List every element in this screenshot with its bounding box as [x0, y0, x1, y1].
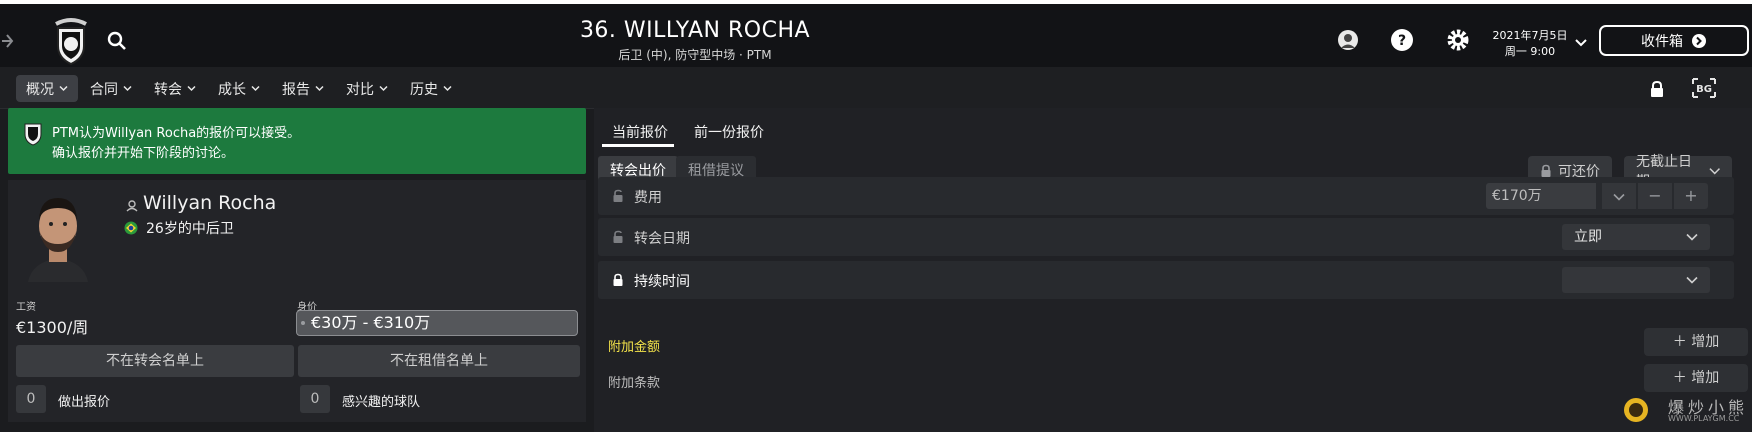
game-date[interactable]: 2021年7月5日 周一 9:00	[1490, 28, 1570, 60]
add-label: 增加	[1691, 370, 1720, 386]
menu-bar: 概况 合同 转会 成长 报告 对比 历史	[0, 67, 1752, 109]
plus-icon: ＋	[1672, 334, 1692, 350]
wage-value: €1300/周	[16, 318, 89, 337]
lock-icon[interactable]	[612, 273, 624, 287]
staff-avatar-icon[interactable]	[1336, 28, 1360, 52]
inbox-button[interactable]: 收件箱	[1599, 25, 1749, 56]
wage-label: 工资	[16, 302, 36, 313]
chevron-down-icon	[443, 85, 452, 92]
notice-line-2: 确认报价并开始下阶段的讨论。	[52, 146, 235, 161]
chevron-down-icon	[379, 85, 388, 92]
menu-label: 成长	[218, 81, 246, 98]
brazil-flag-icon	[124, 220, 138, 235]
chevron-down-icon	[123, 85, 132, 92]
offer-acceptable-notice: PTM认为Willyan Rocha的报价可以接受。 确认报价并开始下阶段的讨论…	[8, 108, 586, 174]
menu-history[interactable]: 历史	[400, 75, 462, 102]
fee-increase-button[interactable]: +	[1674, 183, 1708, 209]
menu-label: 对比	[346, 81, 374, 98]
background-toggle-icon[interactable]: BG	[1690, 76, 1718, 100]
menu-label: 历史	[410, 81, 438, 98]
add-label: 增加	[1691, 334, 1720, 350]
notice-line-1: PTM认为Willyan Rocha的报价可以接受。	[52, 126, 301, 141]
lock-icon[interactable]	[1648, 80, 1666, 98]
value-marker	[301, 321, 305, 325]
transfer-list-status[interactable]: 不在转会名单上	[16, 345, 294, 377]
fee-label: 费用	[634, 190, 662, 206]
add-fee-button[interactable]: ＋ 增加	[1644, 328, 1748, 356]
settings-gear-icon[interactable]	[1446, 28, 1470, 52]
lock-icon	[1541, 164, 1551, 177]
chevron-down-icon[interactable]	[1574, 34, 1588, 47]
svg-text:BG: BG	[1696, 84, 1712, 95]
fee-options-button[interactable]	[1602, 183, 1636, 209]
chevron-down-icon	[1708, 168, 1720, 175]
transfer-date-label: 转会日期	[634, 231, 690, 247]
club-crest-icon	[22, 120, 44, 146]
offers-count: 0	[16, 385, 46, 413]
transfer-date-value: 立即	[1574, 229, 1602, 245]
page-title: 36. WILLYAN ROCHA	[579, 18, 811, 43]
help-icon[interactable]: ?	[1390, 28, 1414, 52]
fee-input[interactable]: €170万	[1486, 183, 1596, 209]
duration-label: 持续时间	[634, 274, 690, 290]
player-age-position: 26岁的中后卫	[146, 221, 234, 237]
tab-current-offer[interactable]: 当前报价	[612, 122, 668, 142]
menu-development[interactable]: 成长	[208, 75, 270, 102]
fee-row: 费用 €170万 − +	[598, 177, 1734, 215]
interested-label[interactable]: 感兴趣的球队	[342, 391, 420, 410]
watermark-url: WWW.PLAYGM.CC	[1668, 414, 1740, 423]
menu-compare[interactable]: 对比	[336, 75, 398, 102]
offer-panel: 当前报价 前一份报价 转会出价 租借提议 可还价 无截止日期 费用 €170万 …	[594, 108, 1752, 432]
addon-fee-label: 附加金额	[608, 340, 661, 355]
fee-decrease-button[interactable]: −	[1638, 183, 1672, 209]
unlock-icon[interactable]	[612, 230, 624, 244]
arrow-right-circle-icon	[1692, 33, 1706, 48]
offers-label[interactable]: 做出报价	[58, 391, 110, 410]
duration-dropdown[interactable]	[1562, 267, 1710, 293]
menu-label: 合同	[90, 81, 118, 98]
chevron-down-icon	[1686, 233, 1698, 241]
loan-list-status[interactable]: 不在租借名单上	[298, 345, 580, 377]
person-icon	[126, 197, 138, 212]
plus-icon: ＋	[1672, 370, 1692, 386]
transfer-date-dropdown[interactable]: 立即	[1562, 224, 1710, 250]
tab-active-indicator	[602, 144, 674, 147]
svg-text:?: ?	[1398, 33, 1406, 49]
menu-reports[interactable]: 报告	[272, 75, 334, 102]
top-bar: 36. WILLYAN ROCHA 后卫 (中), 防守型中场 · PTM ? …	[0, 0, 1752, 67]
date-text: 2021年7月5日	[1492, 29, 1568, 42]
player-summary-panel: PTM认为Willyan Rocha的报价可以接受。 确认报价并开始下阶段的讨论…	[8, 108, 586, 422]
menu-overview[interactable]: 概况	[16, 75, 78, 102]
chevron-down-icon	[1686, 276, 1698, 284]
tab-previous-offer[interactable]: 前一份报价	[694, 122, 764, 142]
value-text: €30万 - €310万	[311, 313, 431, 332]
interested-count: 0	[300, 385, 330, 413]
time-text: 周一 9:00	[1504, 45, 1556, 58]
menu-label: 概况	[26, 81, 54, 98]
menu-transfer[interactable]: 转会	[144, 75, 206, 102]
player-card: Willyan Rocha 26岁的中后卫 工资 €1300/周 身价 €30万…	[8, 180, 586, 422]
chevron-down-icon	[315, 85, 324, 92]
menu-label: 转会	[154, 81, 182, 98]
chevron-down-icon	[251, 85, 260, 92]
menu-contract[interactable]: 合同	[80, 75, 142, 102]
transfer-date-row: 转会日期 立即	[598, 218, 1734, 256]
unlock-icon[interactable]	[612, 189, 624, 203]
addon-clause-label: 附加条款	[608, 376, 661, 391]
chevron-down-icon	[1613, 193, 1625, 201]
add-clause-button[interactable]: ＋ 增加	[1644, 364, 1748, 392]
inbox-label: 收件箱	[1641, 33, 1683, 50]
value-range: €30万 - €310万	[296, 310, 578, 336]
player-positions: 后卫 (中), 防守型中场 · PTM	[618, 48, 772, 62]
chevron-down-icon	[59, 85, 68, 92]
chevron-down-icon	[187, 85, 196, 92]
player-photo[interactable]	[22, 186, 94, 282]
player-name: Willyan Rocha	[143, 192, 277, 214]
duration-row: 持续时间	[598, 261, 1734, 299]
menu-label: 报告	[282, 81, 310, 98]
